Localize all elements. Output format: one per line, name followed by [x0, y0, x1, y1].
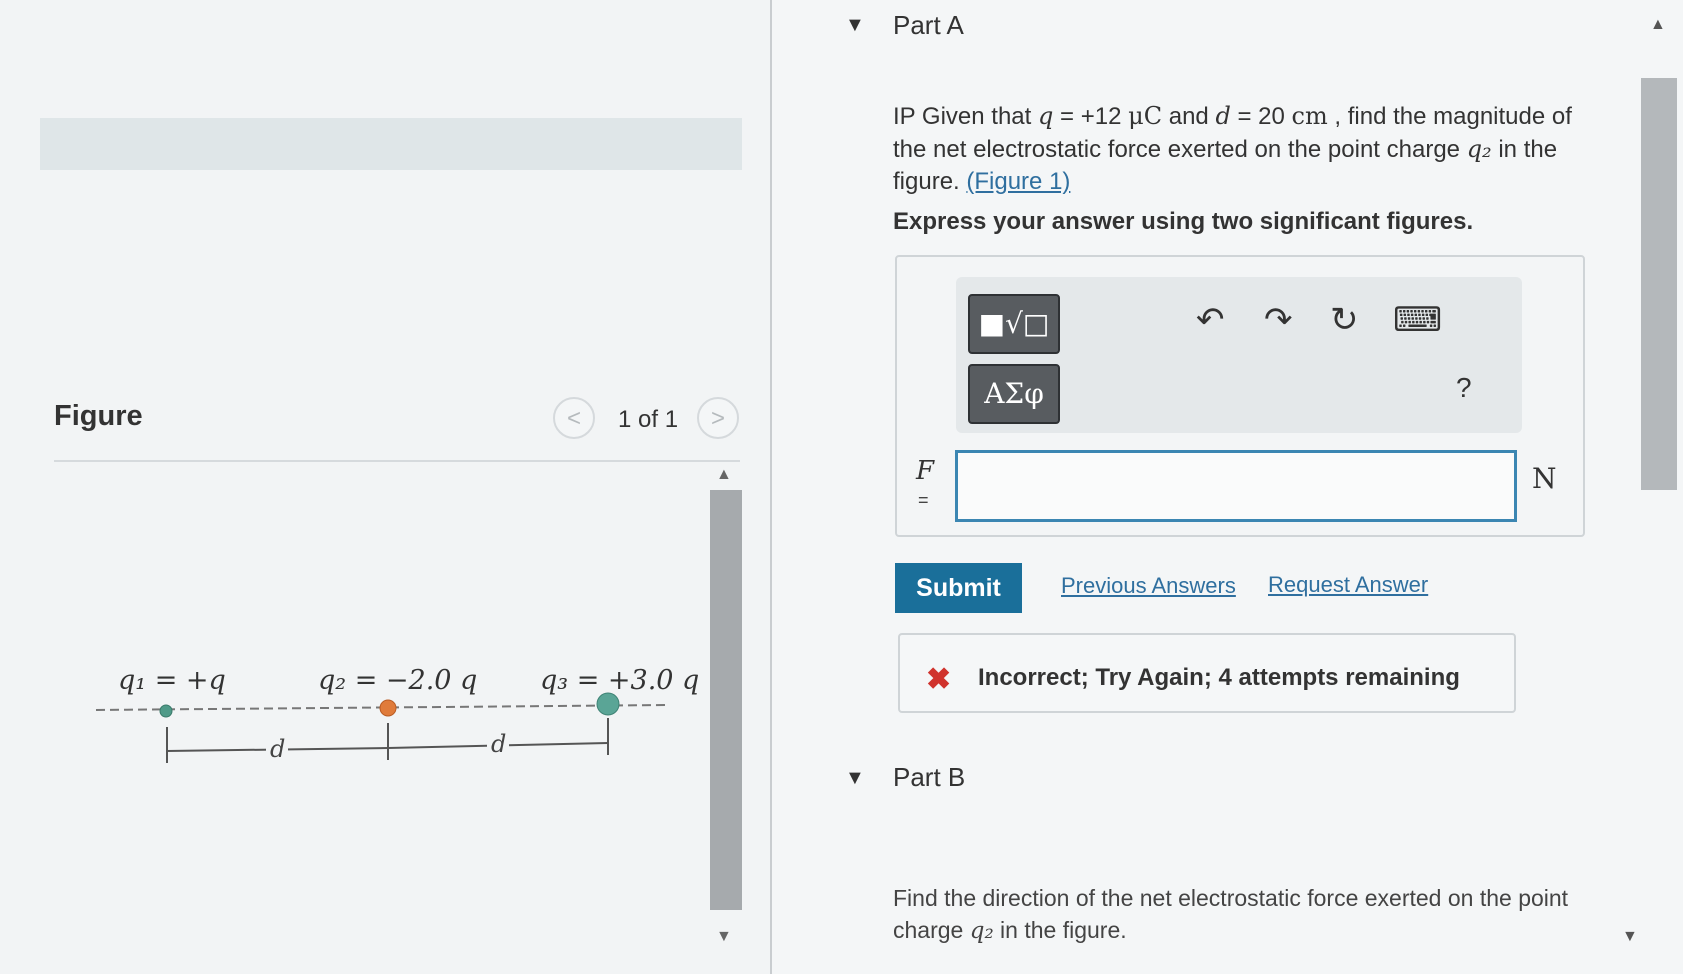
main-scrollbar[interactable]: [1641, 78, 1677, 490]
charge-diagram: d d: [95, 692, 669, 764]
keyboard-icon[interactable]: ⌨: [1393, 300, 1442, 340]
question-text-2: = +12: [1053, 103, 1129, 130]
question-var-q: q: [1037, 102, 1054, 130]
distance-label-1: d: [270, 735, 285, 763]
main-scroll-down-icon[interactable]: ▼: [1622, 928, 1638, 946]
question-text-4: = 20: [1230, 103, 1292, 130]
charge-dot-q3: [596, 692, 620, 716]
undo-icon[interactable]: ↶: [1196, 300, 1225, 340]
feedback-message: Incorrect; Try Again; 4 attempts remaini…: [978, 664, 1460, 691]
part-a-question: IP Given that q = +12 μC and d = 20 cm ,…: [893, 100, 1593, 198]
incorrect-icon: ✖: [926, 663, 952, 696]
part-a-title[interactable]: Part A: [893, 10, 964, 41]
charge-dot-q1: [159, 704, 173, 718]
part-b-question: Find the direction of the net electrosta…: [893, 882, 1583, 947]
charge-dot-q2: [379, 699, 397, 717]
question-unit-d: cm: [1291, 102, 1328, 130]
previous-answers-link[interactable]: Previous Answers: [1061, 573, 1236, 599]
templates-button[interactable]: ■√□: [968, 294, 1060, 354]
answer-input[interactable]: [955, 450, 1517, 522]
figure-panel: Figure < 1 of 1 > q₁ = +q q₂ = −2.0 q q₃…: [0, 0, 770, 974]
distance-label-2: d: [491, 730, 506, 758]
help-button[interactable]: ?: [1456, 372, 1472, 404]
figure-scroll-up-icon[interactable]: ▲: [716, 466, 732, 484]
part-a-toggle-icon[interactable]: ▼: [845, 14, 865, 37]
figure-scrollbar[interactable]: [710, 490, 742, 910]
main-scroll-up-icon[interactable]: ▲: [1650, 16, 1666, 34]
request-answer-link[interactable]: Request Answer: [1268, 572, 1428, 598]
question-unit-q: μC: [1128, 102, 1163, 130]
part-b-text-2: in the figure.: [993, 917, 1127, 943]
part-b-var-q2: q₂: [969, 918, 994, 944]
figure-scroll-down-icon[interactable]: ▼: [716, 928, 732, 946]
answer-instruction: Express your answer using two significan…: [893, 208, 1474, 235]
submit-button[interactable]: Submit: [895, 563, 1022, 613]
greek-symbols-button[interactable]: ΑΣφ: [968, 364, 1060, 424]
redo-icon[interactable]: ↷: [1264, 300, 1293, 340]
question-var-d: d: [1215, 102, 1231, 130]
question-text-1: IP Given that: [893, 103, 1038, 130]
reset-icon[interactable]: ↻: [1330, 300, 1359, 340]
figure-link[interactable]: (Figure 1): [966, 168, 1070, 195]
answer-variable: F: [916, 456, 935, 486]
question-var-q2: q₂: [1466, 135, 1492, 163]
part-b-title[interactable]: Part B: [893, 762, 965, 793]
part-b-toggle-icon[interactable]: ▼: [845, 767, 865, 790]
answer-unit: N: [1532, 462, 1557, 495]
answer-equals: =: [918, 490, 929, 510]
question-text-3: and: [1162, 103, 1216, 130]
